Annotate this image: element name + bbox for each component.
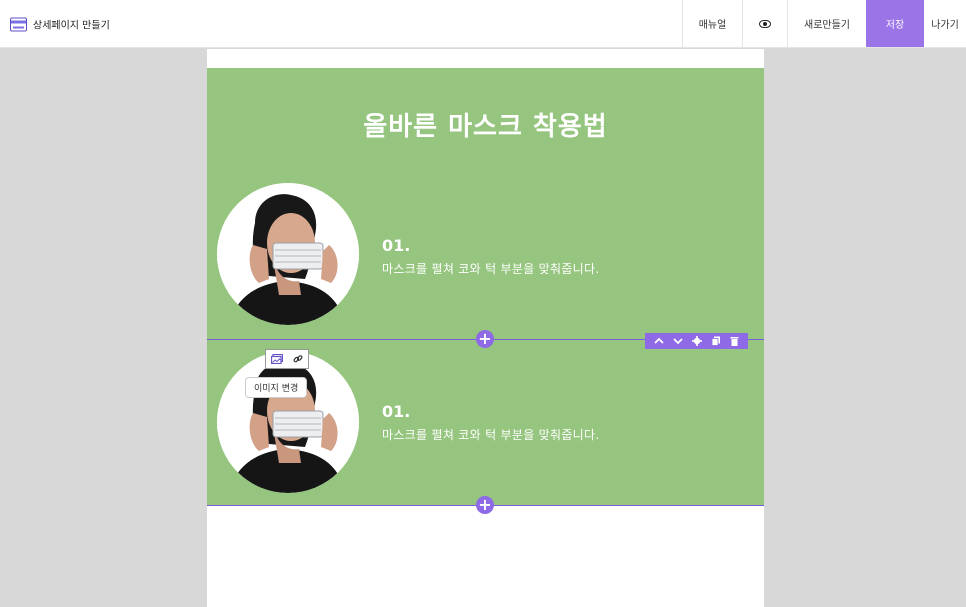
app-title: 상세페이지 만들기 (10, 17, 110, 32)
add-section-button[interactable]: + (476, 496, 494, 514)
step-description[interactable]: 마스크를 펼쳐 코와 턱 부분을 맞춰줍니다. (382, 426, 599, 443)
step-description[interactable]: 마스크를 펼쳐 코와 턱 부분을 맞춰줍니다. (382, 260, 599, 277)
move-up-icon[interactable] (652, 335, 666, 347)
manual-button[interactable]: 매뉴얼 (682, 0, 742, 47)
image-toolbar (265, 349, 309, 369)
image-change-tooltip: 이미지 변경 (245, 377, 308, 398)
exit-button[interactable]: 나가기 (924, 0, 966, 47)
trash-icon[interactable] (728, 335, 742, 347)
content-section-1[interactable]: 올바른 마스크 착용법 01. 마스크를 펼쳐 코와 턱 부분을 맞춰줍니다. (207, 68, 764, 340)
change-image-button[interactable] (266, 350, 287, 368)
step-image-2[interactable] (217, 351, 359, 493)
app-title-label: 상세페이지 만들기 (33, 20, 110, 32)
eye-icon (759, 19, 771, 28)
top-bar: 상세페이지 만들기 매뉴얼 새로만들기 저장 나가기 (0, 0, 966, 48)
page-builder-icon (10, 17, 27, 31)
exit-label: 나가기 (931, 20, 959, 31)
section-toolbar (645, 333, 748, 349)
move-down-icon[interactable] (671, 335, 685, 347)
save-label: 저장 (885, 20, 905, 31)
save-button[interactable]: 저장 (866, 0, 924, 47)
add-section-button[interactable]: + (476, 330, 494, 348)
woman-wearing-mask-illustration (217, 351, 359, 493)
new-button[interactable]: 새로만들기 (787, 0, 866, 47)
image-icon (270, 354, 283, 364)
link-icon (292, 355, 303, 363)
gear-icon[interactable] (690, 335, 704, 347)
step-number[interactable]: 01. (382, 402, 410, 421)
section-headline[interactable]: 올바른 마스크 착용법 (207, 106, 764, 143)
manual-label: 매뉴얼 (698, 20, 727, 31)
duplicate-icon[interactable] (709, 335, 723, 347)
woman-wearing-mask-illustration (217, 183, 359, 325)
new-label: 새로만들기 (804, 20, 850, 31)
step-image-1[interactable] (217, 183, 359, 325)
link-button[interactable] (287, 350, 308, 368)
step-number[interactable]: 01. (382, 236, 410, 255)
preview-button[interactable] (742, 0, 787, 47)
